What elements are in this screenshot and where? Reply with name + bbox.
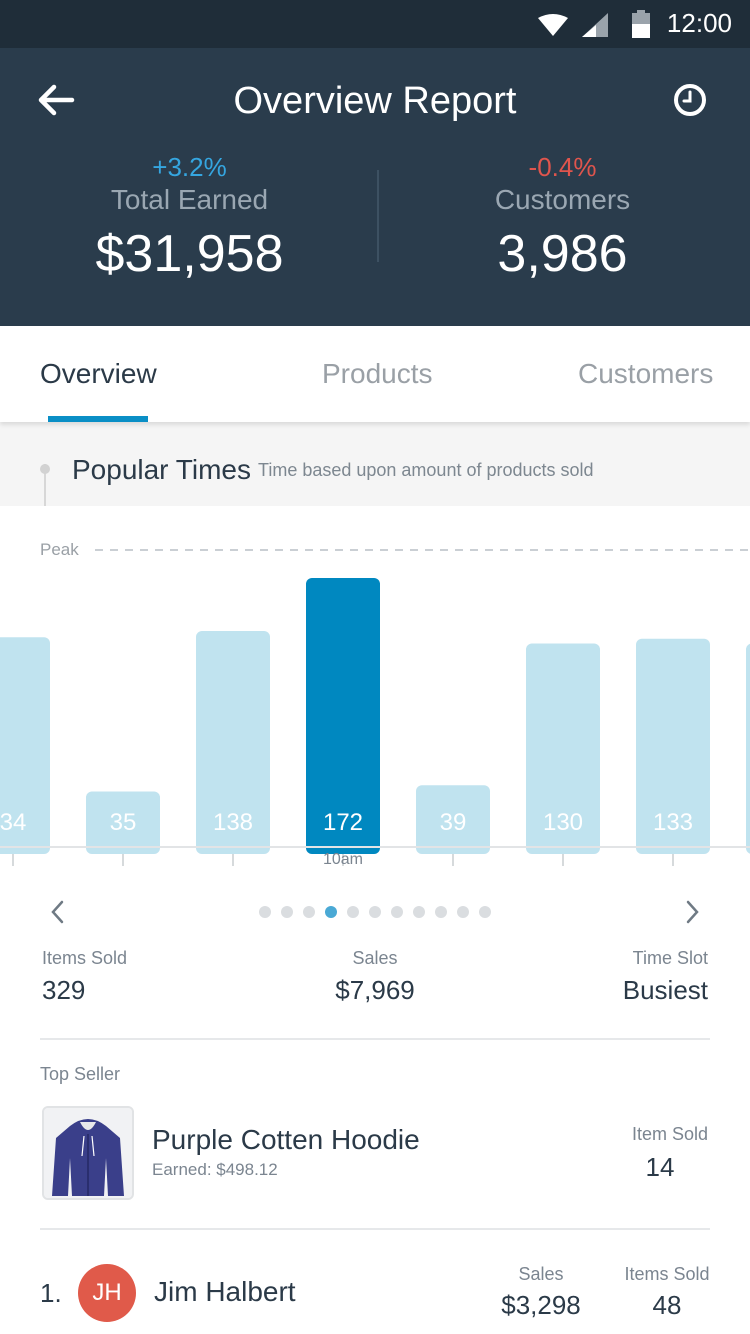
- tab-overview[interactable]: Overview: [40, 358, 157, 390]
- time-slot-value: Busiest: [622, 975, 708, 1005]
- sales-label: Sales: [352, 948, 398, 968]
- page-dot[interactable]: [479, 906, 491, 918]
- tab-customers[interactable]: Customers: [578, 358, 713, 390]
- tab-bar: Overview Products Customers: [0, 326, 750, 422]
- customer-items-value: 48: [652, 1290, 682, 1320]
- divider: [40, 1038, 710, 1040]
- items-sold-label: Items Sold: [42, 948, 128, 968]
- tab-products[interactable]: Products: [322, 358, 433, 390]
- product-earned: Earned: $498.12: [152, 1160, 278, 1179]
- timeline-dot: [40, 464, 50, 474]
- customer-sales-label: Sales: [518, 1264, 564, 1284]
- divider: [40, 1228, 710, 1230]
- page-dots: [259, 906, 501, 920]
- customers-stat: -0.4% Customers 3,986: [375, 152, 750, 284]
- customers-value: 3,986: [497, 225, 628, 283]
- top-seller-label: Top Seller: [40, 1064, 121, 1084]
- items-sold-value: 329: [42, 975, 86, 1005]
- chevron-right-icon: [686, 900, 699, 924]
- page-dot[interactable]: [457, 906, 469, 918]
- popular-times-chart: Peak 34 35 138 172 39 130 133 10am: [0, 506, 750, 876]
- chart-baseline: [0, 846, 750, 848]
- active-tab-indicator: [48, 416, 148, 422]
- sales-metric: Sales $7,969: [300, 948, 450, 1006]
- status-bar: 12:00: [0, 0, 750, 48]
- bar-value-label: 133: [653, 809, 693, 836]
- wifi-icon: [538, 14, 568, 36]
- total-earned-value: $31,958: [95, 225, 284, 283]
- customer-sales-value: $3,298: [501, 1290, 581, 1320]
- page-dot[interactable]: [391, 906, 403, 918]
- next-button[interactable]: [678, 896, 706, 928]
- clock-icon: [674, 84, 706, 116]
- page-dot[interactable]: [259, 906, 271, 918]
- bar-value-label: 172: [323, 809, 363, 836]
- status-time: 12:00: [666, 8, 732, 38]
- page-dot[interactable]: [413, 906, 425, 918]
- bar-value-label: 39: [440, 809, 467, 836]
- total-earned-stat: +3.2% Total Earned $31,958: [2, 152, 377, 284]
- hoodie-icon: [44, 1108, 132, 1198]
- item-sold-value: 14: [645, 1152, 675, 1182]
- cellular-signal-icon: [582, 13, 608, 37]
- page-dot[interactable]: [325, 906, 337, 918]
- customers-change: -0.4%: [528, 152, 597, 182]
- chart-pager: [0, 888, 750, 936]
- items-sold-metric: Items Sold 329: [42, 948, 127, 1006]
- bar-value-label: 35: [110, 809, 137, 836]
- popular-times-header: Popular Times Time based upon amount of …: [0, 422, 750, 506]
- bar-chart-svg: 34 35 138 172 39 130 133 10am: [0, 549, 750, 868]
- bar-value-label: 130: [543, 809, 583, 836]
- customers-label: Customers: [494, 184, 631, 215]
- customer-name[interactable]: Jim Halbert: [154, 1276, 296, 1308]
- bar-value-label: 34: [0, 809, 26, 836]
- bar-value-label: 138: [213, 809, 253, 836]
- report-header: Overview Report +3.2% Total Earned $31,9…: [0, 48, 750, 326]
- page-dot[interactable]: [281, 906, 293, 918]
- customer-rank: 1.: [40, 1278, 62, 1308]
- page-dot[interactable]: [303, 906, 315, 918]
- previous-button[interactable]: [44, 896, 72, 928]
- avatar: JH: [78, 1264, 136, 1322]
- time-slot-label: Time Slot: [632, 948, 708, 968]
- chart-bar[interactable]: [746, 643, 750, 854]
- product-name[interactable]: Purple Cotten Hoodie: [152, 1124, 420, 1156]
- total-earned-label: Total Earned: [110, 184, 269, 215]
- section-title: Popular Times: [72, 454, 251, 485]
- page-dot[interactable]: [435, 906, 447, 918]
- product-image[interactable]: [42, 1106, 134, 1200]
- sales-value: $7,969: [335, 975, 415, 1005]
- chevron-left-icon: [51, 900, 64, 924]
- item-sold-label: Item Sold: [631, 1124, 708, 1144]
- battery-icon: [632, 10, 650, 38]
- page-title: Overview Report: [233, 80, 517, 122]
- page-dot[interactable]: [347, 906, 359, 918]
- customer-items-label: Items Sold: [624, 1264, 710, 1284]
- time-slot-metric: Time Slot Busiest: [560, 948, 708, 1006]
- page-dot[interactable]: [369, 906, 381, 918]
- x-axis-label: 10am: [323, 851, 363, 868]
- history-button[interactable]: [668, 78, 712, 122]
- section-subtitle: Time based upon amount of products sold: [258, 460, 594, 480]
- total-earned-change: +3.2%: [152, 152, 227, 182]
